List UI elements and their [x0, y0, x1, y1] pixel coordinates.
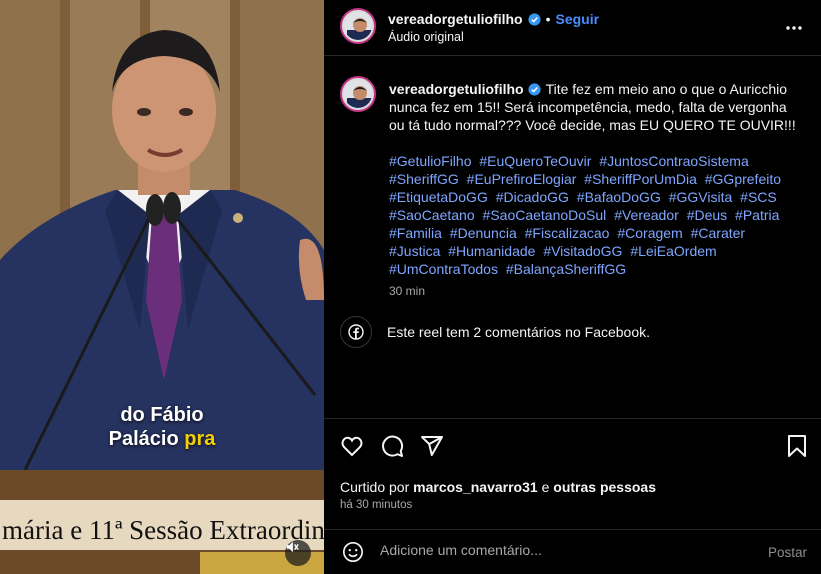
post-details-panel: vereadorgetuliofilho • Seguir Áudio orig… — [324, 0, 821, 574]
caption-username[interactable]: vereadorgetuliofilho — [389, 81, 524, 97]
hashtag-link[interactable]: #EuQueroTeOuvir — [479, 153, 591, 169]
mute-icon — [286, 541, 299, 553]
hashtag-link[interactable]: #Fiscalizacao — [525, 225, 610, 241]
hashtag-link[interactable]: #SheriffGG — [389, 171, 459, 187]
post-comment-button[interactable]: Postar — [768, 545, 807, 560]
hashtag-link[interactable]: #JuntosContraoSistema — [599, 153, 748, 169]
divider — [324, 418, 821, 419]
hashtag-link[interactable]: #SaoCaetanoDoSul — [483, 207, 607, 223]
post-timestamp: há 30 minutos — [340, 499, 413, 511]
hashtag-link[interactable]: #SheriffPorUmDia — [584, 171, 697, 187]
comment-icon[interactable] — [380, 434, 404, 458]
hashtag-link[interactable]: #Coragem — [617, 225, 682, 241]
video-subtitle-line1: do Fábio — [120, 404, 204, 426]
verified-badge-icon — [527, 83, 541, 96]
hashtag-link[interactable]: #Humanidade — [448, 243, 535, 259]
hashtag-link[interactable]: #DicadoGG — [496, 189, 569, 205]
facebook-icon — [348, 324, 364, 340]
caption-avatar[interactable] — [340, 76, 376, 112]
avatar-image — [344, 12, 372, 40]
liked-middle: e — [537, 479, 554, 495]
avatar-image — [344, 80, 372, 108]
post-time: 30 min — [389, 284, 426, 298]
post-caption: vereadorgetuliofilho Tite fez em meio ano… — [389, 80, 799, 134]
hashtag-link[interactable]: #BalançaSheriffGG — [506, 261, 626, 277]
comment-bar: Postar — [324, 530, 821, 574]
liked-others-link[interactable]: outras pessoas — [553, 479, 656, 495]
hashtag-link[interactable]: #GetulioFilho — [389, 153, 472, 169]
original-audio-link[interactable]: Áudio original — [388, 30, 464, 44]
hashtag-link[interactable]: #EuPrefiroElogiar — [467, 171, 577, 187]
reel-video[interactable]: do Fábio Palácio pra mária e 11ª Sessão … — [0, 0, 324, 574]
hashtag-link[interactable]: #Justica — [389, 243, 440, 259]
hashtag-link[interactable]: #Vereador — [614, 207, 679, 223]
hashtag-link[interactable]: #BafaoDoGG — [577, 189, 661, 205]
hashtag-link[interactable]: #Patria — [735, 207, 779, 223]
hashtag-link[interactable]: #UmContraTodos — [389, 261, 498, 277]
post-header: vereadorgetuliofilho • Seguir Áudio orig… — [324, 0, 821, 56]
facebook-comments-text: Este reel tem 2 comentários no Facebook. — [387, 324, 651, 340]
action-bar — [324, 434, 821, 464]
liked-user-link[interactable]: marcos_navarro31 — [413, 479, 538, 495]
hashtag-link[interactable]: #Denuncia — [450, 225, 517, 241]
follow-button[interactable]: Seguir — [555, 11, 599, 27]
separator-dot: • — [545, 11, 551, 27]
hashtag-link[interactable]: #GGprefeito — [705, 171, 781, 187]
video-subtitle-line2: Palácio pra — [0, 428, 324, 451]
hashtag-link[interactable]: #Deus — [687, 207, 727, 223]
hashtag-link[interactable]: #VisitadoGG — [543, 243, 622, 259]
liked-prefix: Curtido por — [340, 479, 414, 495]
video-frame — [0, 0, 324, 574]
header-username[interactable]: vereadorgetuliofilho — [388, 11, 523, 27]
mute-button[interactable] — [285, 540, 311, 566]
subtitle-highlight: pra — [184, 428, 216, 450]
comment-input[interactable] — [380, 542, 740, 558]
avatar[interactable] — [340, 8, 376, 44]
verified-badge-icon — [527, 12, 541, 26]
facebook-comments-row[interactable]: Este reel tem 2 comentários no Facebook. — [340, 316, 650, 348]
bookmark-icon[interactable] — [786, 434, 808, 458]
hashtag-link[interactable]: #SCS — [740, 189, 777, 205]
subtitle-text: Palácio — [108, 428, 185, 450]
hashtag-link[interactable]: #Carater — [691, 225, 745, 241]
hashtag-link[interactable]: #SaoCaetano — [389, 207, 475, 223]
liked-by: Curtido por marcos_navarro31 e outras pe… — [340, 479, 656, 495]
header-user-row: vereadorgetuliofilho • Seguir — [388, 11, 599, 27]
more-options-icon[interactable] — [785, 19, 803, 37]
heart-icon[interactable] — [340, 434, 364, 458]
hashtag-list: #GetulioFilho #EuQueroTeOuvir #JuntosCon… — [389, 152, 799, 278]
hashtag-link[interactable]: #GGVisita — [669, 189, 733, 205]
emoji-icon[interactable] — [342, 541, 364, 563]
hashtag-link[interactable]: #Familia — [389, 225, 442, 241]
facebook-badge — [340, 316, 372, 348]
share-icon[interactable] — [420, 434, 444, 458]
hashtag-link[interactable]: #EtiquetaDoGG — [389, 189, 488, 205]
hashtag-link[interactable]: #LeiEaOrdem — [630, 243, 716, 259]
session-banner: mária e 11ª Sessão Extraordinária — [2, 515, 324, 545]
